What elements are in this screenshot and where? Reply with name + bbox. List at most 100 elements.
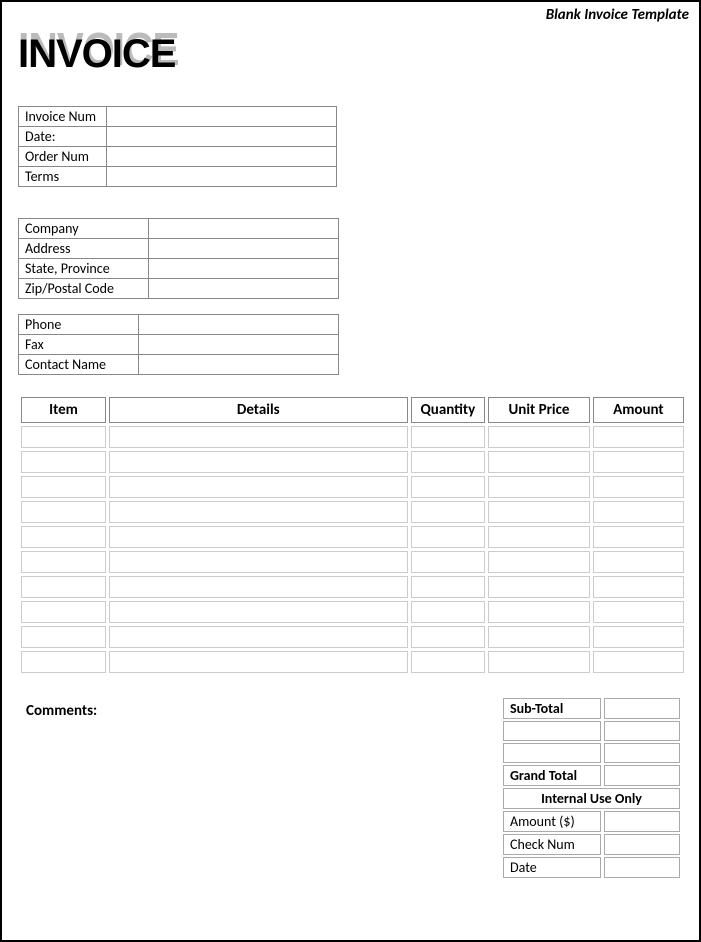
- cell-qty[interactable]: [411, 501, 486, 523]
- row-fax: Fax: [19, 335, 339, 355]
- cell-details[interactable]: [109, 451, 408, 473]
- cell-price[interactable]: [488, 526, 590, 548]
- row-extra1: [503, 721, 680, 741]
- cell-price[interactable]: [488, 501, 590, 523]
- cell-amount[interactable]: [593, 426, 684, 448]
- row-internal-check: Check Num: [503, 834, 680, 855]
- value-company[interactable]: [149, 219, 339, 239]
- value-extra2[interactable]: [604, 743, 680, 763]
- label-terms: Terms: [19, 167, 107, 187]
- cell-item[interactable]: [21, 601, 106, 623]
- cell-price[interactable]: [488, 451, 590, 473]
- cell-item[interactable]: [21, 626, 106, 648]
- cell-amount[interactable]: [593, 601, 684, 623]
- label-state: State, Province: [19, 259, 149, 279]
- value-invoice-num[interactable]: [107, 107, 337, 127]
- row-subtotal: Sub-Total: [503, 698, 680, 719]
- value-subtotal[interactable]: [604, 698, 680, 719]
- cell-details[interactable]: [109, 576, 408, 598]
- label-invoice-num: Invoice Num: [19, 107, 107, 127]
- items-body: [21, 426, 684, 673]
- cell-amount[interactable]: [593, 501, 684, 523]
- value-address[interactable]: [149, 239, 339, 259]
- cell-amount[interactable]: [593, 576, 684, 598]
- row-terms: Terms: [19, 167, 337, 187]
- cell-item[interactable]: [21, 551, 106, 573]
- value-state[interactable]: [149, 259, 339, 279]
- item-row: [21, 651, 684, 673]
- comments-area[interactable]: Comments:: [18, 696, 492, 924]
- cell-price[interactable]: [488, 651, 590, 673]
- label-extra2[interactable]: [503, 743, 601, 763]
- cell-qty[interactable]: [411, 601, 486, 623]
- cell-price[interactable]: [488, 426, 590, 448]
- cell-qty[interactable]: [411, 626, 486, 648]
- cell-price[interactable]: [488, 476, 590, 498]
- cell-item[interactable]: [21, 526, 106, 548]
- cell-qty[interactable]: [411, 526, 486, 548]
- cell-item[interactable]: [21, 576, 106, 598]
- cell-details[interactable]: [109, 551, 408, 573]
- value-fax[interactable]: [139, 335, 339, 355]
- cell-item[interactable]: [21, 501, 106, 523]
- cell-details[interactable]: [109, 651, 408, 673]
- item-row: [21, 526, 684, 548]
- header-unit-price: Unit Price: [488, 397, 590, 423]
- label-extra1[interactable]: [503, 721, 601, 741]
- cell-qty[interactable]: [411, 476, 486, 498]
- cell-price[interactable]: [488, 601, 590, 623]
- cell-qty[interactable]: [411, 651, 486, 673]
- totals-table: Sub-Total Grand Total Internal Use Only …: [500, 696, 683, 880]
- cell-qty[interactable]: [411, 426, 486, 448]
- label-internal-date: Date: [503, 857, 601, 878]
- label-date: Date:: [19, 127, 107, 147]
- header-item: Item: [21, 397, 106, 423]
- cell-item[interactable]: [21, 426, 106, 448]
- cell-item[interactable]: [21, 451, 106, 473]
- value-contact-name[interactable]: [139, 355, 339, 375]
- row-internal-amount: Amount ($): [503, 811, 680, 832]
- cell-amount[interactable]: [593, 626, 684, 648]
- value-grandtotal[interactable]: [604, 765, 680, 786]
- value-extra1[interactable]: [604, 721, 680, 741]
- cell-details[interactable]: [109, 476, 408, 498]
- invoice-title: INVOICE INVOICE: [18, 34, 175, 74]
- value-date[interactable]: [107, 127, 337, 147]
- value-internal-amount[interactable]: [604, 811, 680, 832]
- value-internal-date[interactable]: [604, 857, 680, 878]
- cell-details[interactable]: [109, 501, 408, 523]
- value-phone[interactable]: [139, 315, 339, 335]
- value-order-num[interactable]: [107, 147, 337, 167]
- cell-amount[interactable]: [593, 551, 684, 573]
- value-internal-check[interactable]: [604, 834, 680, 855]
- label-internal-amount: Amount ($): [503, 811, 601, 832]
- cell-price[interactable]: [488, 576, 590, 598]
- label-order-num: Order Num: [19, 147, 107, 167]
- cell-details[interactable]: [109, 626, 408, 648]
- cell-item[interactable]: [21, 651, 106, 673]
- cell-qty[interactable]: [411, 551, 486, 573]
- cell-price[interactable]: [488, 551, 590, 573]
- cell-amount[interactable]: [593, 451, 684, 473]
- cell-details[interactable]: [109, 601, 408, 623]
- cell-details[interactable]: [109, 426, 408, 448]
- header-details: Details: [109, 397, 408, 423]
- invoice-meta-block: Invoice Num Date: Order Num Terms: [18, 106, 337, 187]
- value-terms[interactable]: [107, 167, 337, 187]
- cell-details[interactable]: [109, 526, 408, 548]
- row-internal-header: Internal Use Only: [503, 788, 680, 809]
- cell-price[interactable]: [488, 626, 590, 648]
- label-company: Company: [19, 219, 149, 239]
- cell-amount[interactable]: [593, 526, 684, 548]
- item-row: [21, 576, 684, 598]
- item-row: [21, 601, 684, 623]
- comments-label: Comments:: [26, 702, 484, 720]
- row-state: State, Province: [19, 259, 339, 279]
- header-amount: Amount: [593, 397, 684, 423]
- cell-amount[interactable]: [593, 651, 684, 673]
- cell-qty[interactable]: [411, 576, 486, 598]
- cell-item[interactable]: [21, 476, 106, 498]
- cell-qty[interactable]: [411, 451, 486, 473]
- value-zip[interactable]: [149, 279, 339, 299]
- cell-amount[interactable]: [593, 476, 684, 498]
